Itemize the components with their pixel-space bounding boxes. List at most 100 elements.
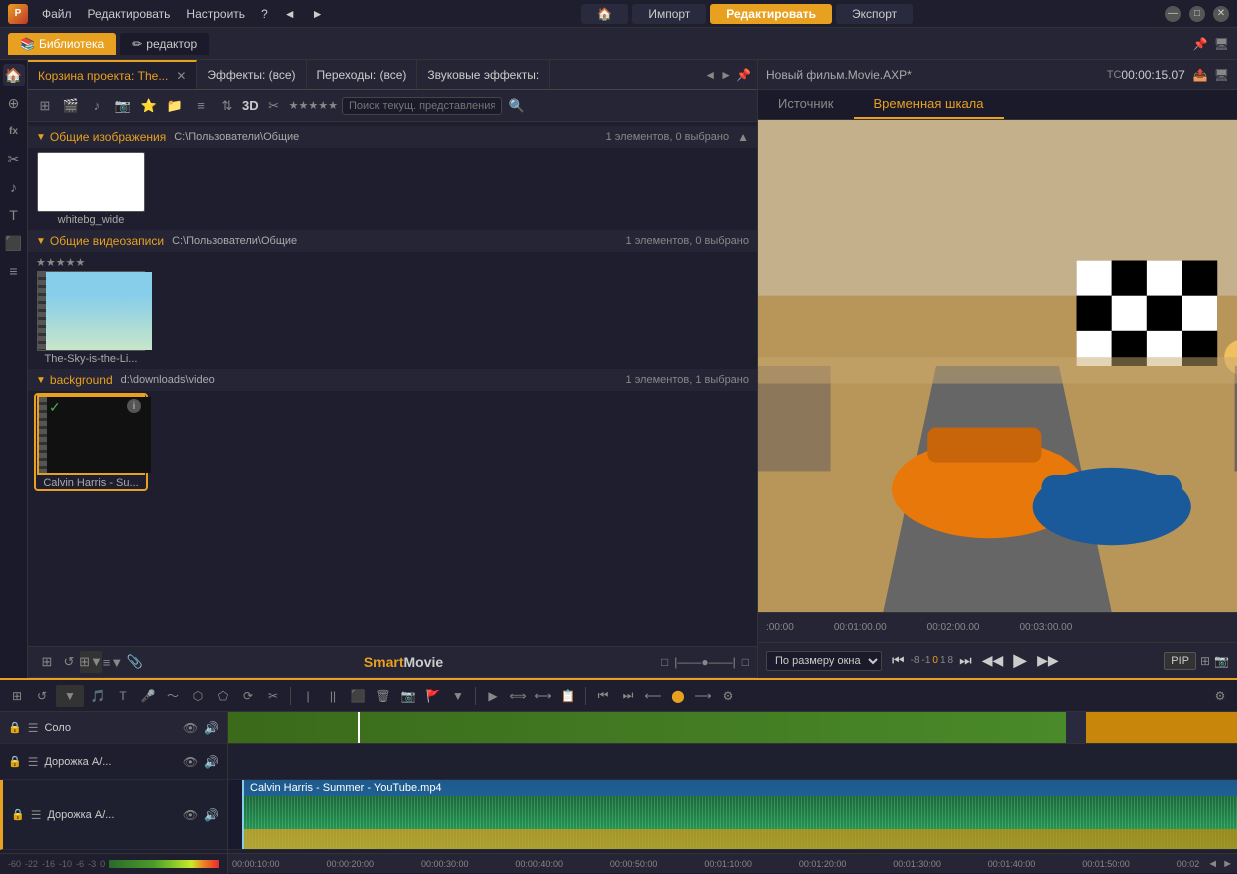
a2-lock-icon[interactable]: 🔒 bbox=[11, 808, 25, 821]
smart-icon-1[interactable]: □ bbox=[661, 655, 668, 669]
prev-frame-btn[interactable]: ⏮ bbox=[888, 650, 909, 671]
tabs-scroll-left[interactable]: ◄ bbox=[704, 68, 716, 82]
tl-btn-3[interactable]: 🎵 bbox=[87, 685, 109, 707]
tl-btn-6[interactable]: 〜 bbox=[162, 685, 184, 707]
lib-btn-photo[interactable]: 📷 bbox=[112, 95, 134, 117]
tl-btn-8[interactable]: ⬠ bbox=[212, 685, 234, 707]
tl-btn-9[interactable]: ⟳ bbox=[237, 685, 259, 707]
tl-btn-22[interactable]: ⚙ bbox=[717, 685, 739, 707]
home-button[interactable]: 🏠 bbox=[581, 4, 628, 24]
a1-audio-icon[interactable]: 🔊 bbox=[204, 755, 219, 769]
editor-tab[interactable]: ✏ редактор bbox=[120, 33, 209, 55]
preview-tab-timeline[interactable]: Временная шкала bbox=[854, 90, 1004, 119]
lib-item-sky[interactable]: The-Sky-is-the-Li... bbox=[36, 271, 146, 365]
smart-icon-2[interactable]: □ bbox=[742, 655, 749, 669]
tl-btn-1[interactable]: ⊞ bbox=[6, 685, 28, 707]
tabs-pin[interactable]: 📌 bbox=[736, 68, 751, 82]
tl-btn-16[interactable]: 📋 bbox=[557, 685, 579, 707]
tl-btn-21[interactable]: ⟶ bbox=[692, 685, 714, 707]
preview-monitor-icon[interactable]: 🖥 bbox=[1214, 68, 1229, 82]
a2-eye-icon[interactable]: 👁 bbox=[183, 808, 198, 822]
sidebar-icon-menu[interactable]: ≡ bbox=[3, 260, 25, 282]
tl-btn-10[interactable]: ✂ bbox=[262, 685, 284, 707]
tl-btn-2[interactable]: ↺ bbox=[31, 685, 53, 707]
lib-tab-effects[interactable]: Эффекты: (все) bbox=[197, 60, 306, 89]
lib-item-whitebg[interactable]: whitebg_wide bbox=[36, 152, 146, 226]
info-icon-calvin[interactable]: i bbox=[127, 399, 141, 413]
lib-btn-star[interactable]: ⭐ bbox=[138, 95, 160, 117]
play-btn[interactable]: ▶ bbox=[1009, 648, 1031, 673]
solo-eye-icon[interactable]: 👁 bbox=[183, 721, 198, 735]
edit-button[interactable]: Редактировать bbox=[710, 4, 832, 24]
lib-btn-view-grid[interactable]: ⊞ bbox=[34, 95, 56, 117]
menu-help[interactable]: ? bbox=[255, 5, 274, 23]
tl-btn-17[interactable]: ⏮ bbox=[592, 685, 614, 707]
group-header-background[interactable]: ▼ background d:\downloads\video 1 элемен… bbox=[28, 369, 757, 391]
tl-btn-15[interactable]: ⟷ bbox=[532, 685, 554, 707]
smart-icon-slider[interactable]: |——●——| bbox=[674, 655, 735, 669]
sidebar-icon-fx[interactable]: fx bbox=[3, 120, 25, 142]
a1-eye-icon[interactable]: 👁 bbox=[183, 755, 198, 769]
pip-button[interactable]: PIP bbox=[1164, 652, 1196, 670]
group-header-images[interactable]: ▼ Общие изображения С:\Пользователи\Общи… bbox=[28, 126, 757, 148]
solo-lock-icon[interactable]: 🔒 bbox=[8, 721, 22, 734]
smart-btn-add[interactable]: 📎 bbox=[124, 651, 146, 673]
tl-btn-dropdown2[interactable]: ▼ bbox=[447, 685, 469, 707]
tl-btn-flag[interactable]: 🚩 bbox=[422, 685, 444, 707]
lib-tab-transitions[interactable]: Переходы: (все) bbox=[307, 60, 418, 89]
monitor-icon[interactable]: 🖥 bbox=[1214, 37, 1229, 51]
next-frame-btn[interactable]: ⏭ bbox=[955, 650, 976, 671]
tl-btn-14[interactable]: ⟺ bbox=[507, 685, 529, 707]
lib-item-calvin[interactable]: ✓ i Calvin Harris - Su... bbox=[36, 395, 146, 489]
tl-btn-20[interactable]: ⬤ bbox=[667, 685, 689, 707]
minimize-button[interactable]: — bbox=[1165, 6, 1181, 22]
tl-btn-13[interactable]: 📷 bbox=[397, 685, 419, 707]
tl-btn-split[interactable]: | bbox=[297, 685, 319, 707]
lib-btn-music[interactable]: ♪ bbox=[86, 95, 108, 117]
lib-tab-close[interactable]: ✕ bbox=[176, 69, 186, 83]
group-scroll-images[interactable]: ▲ bbox=[737, 130, 749, 144]
tabs-scroll-right[interactable]: ► bbox=[720, 68, 732, 82]
smart-btn-2[interactable]: ↺ bbox=[58, 651, 80, 673]
tl-btn-settings[interactable]: ⚙ bbox=[1209, 685, 1231, 707]
tl-btn-dropdown[interactable]: ▼ bbox=[56, 685, 84, 707]
lib-tab-project[interactable]: Корзина проекта: The... ✕ bbox=[28, 60, 197, 89]
menu-file[interactable]: Файл bbox=[36, 5, 78, 23]
group-header-video[interactable]: ▼ Общие видеозаписи С:\Пользователи\Общи… bbox=[28, 230, 757, 252]
fit-select[interactable]: По размеру окна bbox=[766, 651, 882, 671]
tl-btn-split2[interactable]: || bbox=[322, 685, 344, 707]
menu-settings[interactable]: Настроить bbox=[180, 5, 251, 23]
a1-lock-icon[interactable]: 🔒 bbox=[8, 755, 22, 768]
sidebar-icon-cut[interactable]: ✂ bbox=[3, 148, 25, 170]
tl-btn-cursor[interactable]: ▶ bbox=[482, 685, 504, 707]
import-button[interactable]: Импорт bbox=[632, 4, 706, 24]
lib-tab-sfx[interactable]: Звуковые эффекты: bbox=[417, 60, 550, 89]
lib-btn-sort[interactable]: ⇅ bbox=[216, 95, 238, 117]
pin-icon[interactable]: 📌 bbox=[1193, 37, 1208, 51]
lib-btn-view-thumb[interactable]: 🎬 bbox=[60, 95, 82, 117]
preview-tab-source[interactable]: Источник bbox=[758, 90, 854, 119]
sidebar-icon-shape[interactable]: ⬛ bbox=[3, 232, 25, 254]
sidebar-icon-search[interactable]: ⊕ bbox=[3, 92, 25, 114]
export-button[interactable]: Экспорт bbox=[836, 4, 913, 24]
tl-btn-11[interactable]: ⬛ bbox=[347, 685, 369, 707]
close-button[interactable]: ✕ bbox=[1213, 6, 1229, 22]
lib-search-btn[interactable]: 🔍 bbox=[506, 95, 528, 117]
tl-btn-7[interactable]: ⬡ bbox=[187, 685, 209, 707]
restore-button[interactable]: □ bbox=[1189, 6, 1205, 22]
solo-audio-icon[interactable]: 🔊 bbox=[204, 721, 219, 735]
sidebar-icon-home[interactable]: 🏠 bbox=[3, 64, 25, 86]
preview-fullscreen[interactable]: ⊞ bbox=[1200, 654, 1210, 668]
track-a3-content[interactable] bbox=[228, 850, 1237, 853]
tl-scroll-left[interactable]: ◄ bbox=[1207, 858, 1218, 870]
sidebar-icon-music[interactable]: ♪ bbox=[3, 176, 25, 198]
tl-btn-18[interactable]: ⏭ bbox=[617, 685, 639, 707]
track-a1-content[interactable] bbox=[228, 744, 1237, 780]
menu-edit[interactable]: Редактировать bbox=[82, 5, 177, 23]
tl-btn-19[interactable]: ⟵ bbox=[642, 685, 664, 707]
library-tab[interactable]: 📚 Библиотека bbox=[8, 33, 116, 55]
lib-search-input[interactable] bbox=[342, 97, 502, 115]
tl-btn-12[interactable]: 🗑 bbox=[372, 685, 394, 707]
preview-snapshot[interactable]: 📷 bbox=[1214, 654, 1229, 668]
lib-btn-folder[interactable]: 📁 bbox=[164, 95, 186, 117]
